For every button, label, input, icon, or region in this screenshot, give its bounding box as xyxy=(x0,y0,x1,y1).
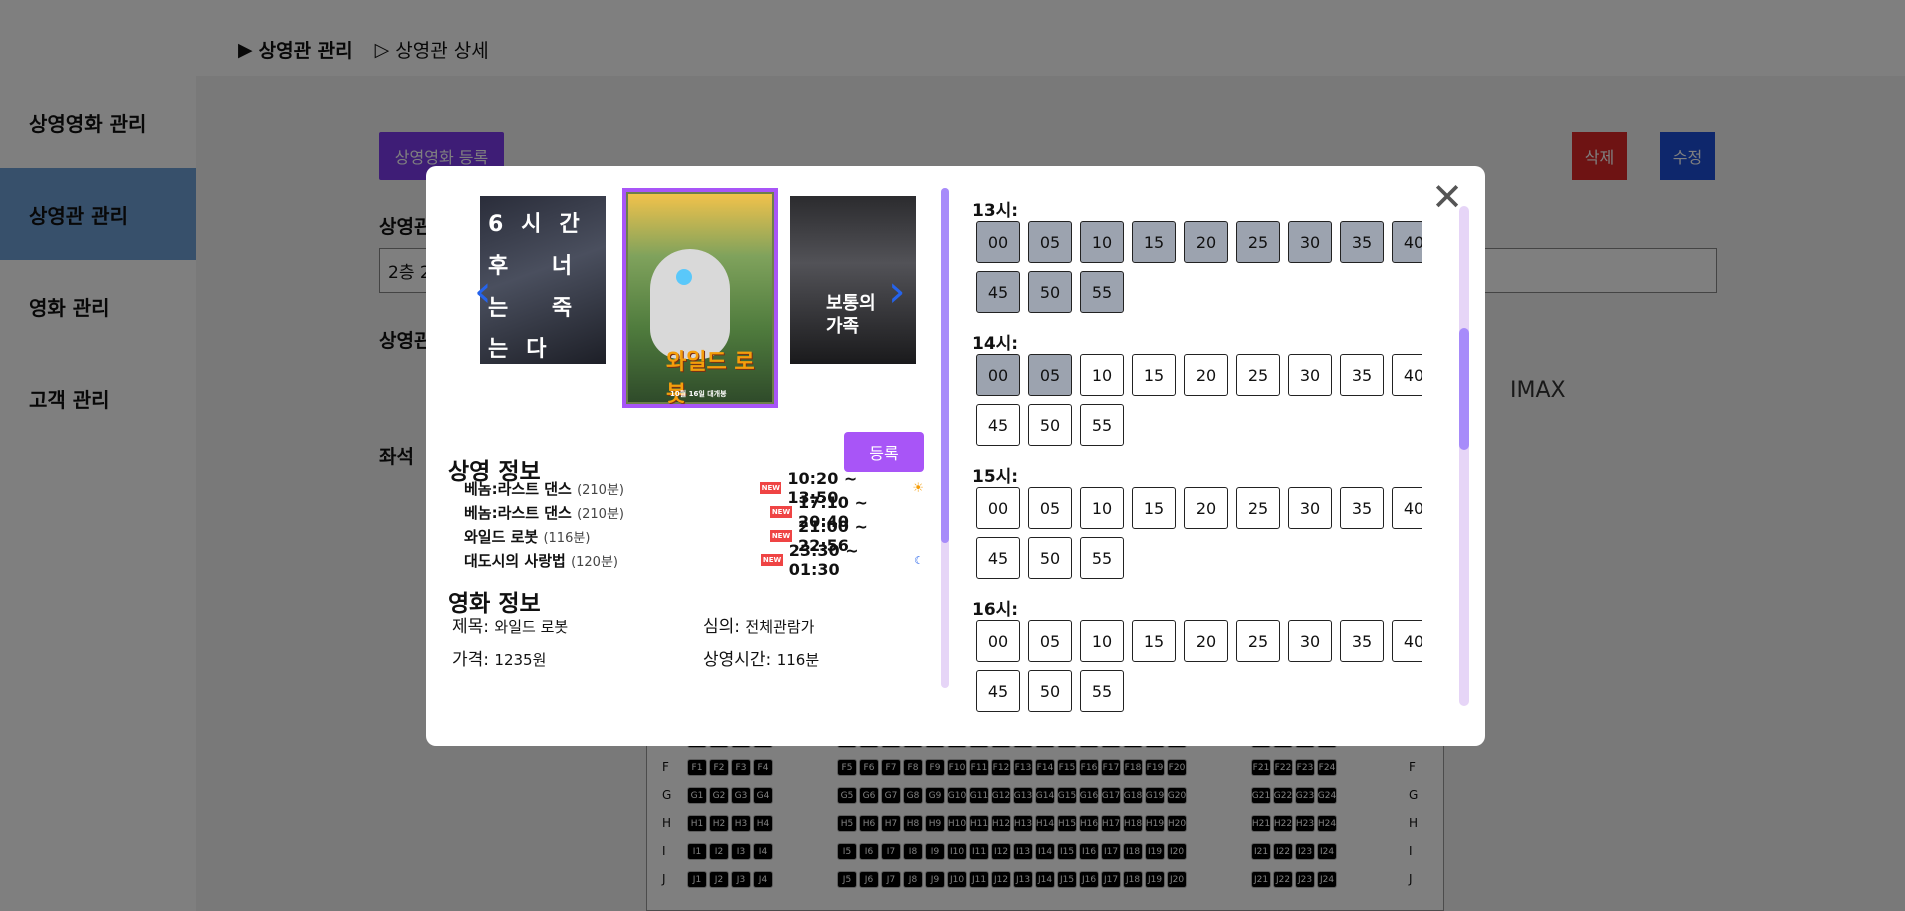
minute-button[interactable]: 50 xyxy=(1028,670,1072,712)
movie-title-field: 제목: 와일드 로봇 xyxy=(452,617,569,637)
time-picker: 13시: 00 05 10 15 20 25 30 35 40 45 50 55 14시: 00 05 10 15… xyxy=(972,196,1422,722)
minute-button[interactable]: 05 xyxy=(1028,354,1072,396)
minute-button[interactable]: 10 xyxy=(1080,221,1124,263)
carousel-next-icon[interactable]: › xyxy=(888,266,906,317)
hour-block: 13시: 00 05 10 15 20 25 30 35 40 45 50 55 xyxy=(972,196,1422,313)
poster-carousel: 6시간 후 너는 죽는다 와일드 로봇 10월 16일 대개봉 보통의 가족 ‹… xyxy=(440,188,935,408)
minute-button[interactable]: 55 xyxy=(1080,537,1124,579)
minute-button[interactable]: 40 xyxy=(1392,620,1422,662)
minute-button[interactable]: 40 xyxy=(1392,487,1422,529)
movie-info-pane: 6시간 후 너는 죽는다 와일드 로봇 10월 16일 대개봉 보통의 가족 ‹… xyxy=(440,188,935,708)
minute-button[interactable]: 55 xyxy=(1080,670,1124,712)
movie-rating-field: 심의: 전체관람가 xyxy=(703,617,815,637)
hour-block: 16시: 00 05 10 15 20 25 30 35 40 45 50 55 xyxy=(972,595,1422,712)
new-badge: NEW xyxy=(761,554,783,566)
schedule-movie-title: 베놈:라스트 댄스 (210분) xyxy=(464,479,624,498)
minute-button[interactable]: 20 xyxy=(1184,620,1228,662)
minute-button[interactable]: 45 xyxy=(976,271,1020,313)
minute-grid: 00 05 10 15 20 25 30 35 40 45 50 55 xyxy=(972,487,1422,579)
minute-button[interactable]: 10 xyxy=(1080,620,1124,662)
minute-button[interactable]: 00 xyxy=(976,620,1020,662)
minute-grid: 00 05 10 15 20 25 30 35 40 45 50 55 xyxy=(972,221,1422,313)
minute-button[interactable]: 10 xyxy=(1080,354,1124,396)
minute-button[interactable]: 15 xyxy=(1132,354,1176,396)
movie-price-field: 가격: 1235원 xyxy=(452,650,547,670)
minute-button[interactable]: 20 xyxy=(1184,354,1228,396)
minute-button[interactable]: 05 xyxy=(1028,620,1072,662)
minute-button[interactable]: 15 xyxy=(1132,221,1176,263)
time-picker-scrollbar-track[interactable] xyxy=(1459,206,1469,706)
minute-button[interactable]: 45 xyxy=(976,404,1020,446)
minute-button[interactable]: 25 xyxy=(1236,487,1280,529)
minute-button[interactable]: 25 xyxy=(1236,221,1280,263)
minute-button[interactable]: 00 xyxy=(976,487,1020,529)
minute-button[interactable]: 30 xyxy=(1288,620,1332,662)
minute-button[interactable]: 30 xyxy=(1288,487,1332,529)
movie-info: 제목: 와일드 로봇 심의: 전체관람가 가격: 1235원 상영시간: 116… xyxy=(452,612,922,670)
register-button[interactable]: 등록 xyxy=(844,432,924,472)
minute-button[interactable]: 30 xyxy=(1288,354,1332,396)
new-badge: NEW xyxy=(760,482,782,494)
minute-button[interactable]: 45 xyxy=(976,670,1020,712)
minute-button[interactable]: 00 xyxy=(976,354,1020,396)
minute-button[interactable]: 55 xyxy=(1080,404,1124,446)
schedule-time: 23:30 ~ 01:30 xyxy=(788,541,859,579)
time-picker-scrollbar-thumb[interactable] xyxy=(1459,328,1469,450)
minute-button[interactable]: 35 xyxy=(1340,620,1384,662)
minute-button[interactable]: 35 xyxy=(1340,487,1384,529)
minute-button[interactable]: 20 xyxy=(1184,487,1228,529)
minute-button[interactable]: 25 xyxy=(1236,354,1280,396)
minute-button[interactable]: 50 xyxy=(1028,271,1072,313)
hour-block: 15시: 00 05 10 15 20 25 30 35 40 45 50 55 xyxy=(972,462,1422,579)
minute-button[interactable]: 20 xyxy=(1184,221,1228,263)
minute-button[interactable]: 40 xyxy=(1392,221,1422,263)
movie-runtime-field: 상영시간: 116분 xyxy=(703,650,820,670)
robot-eye xyxy=(676,269,692,285)
minute-button[interactable]: 35 xyxy=(1340,354,1384,396)
minute-button[interactable]: 50 xyxy=(1028,537,1072,579)
schedule-movie-title: 베놈:라스트 댄스 (210분) xyxy=(464,503,624,522)
carousel-prev-icon[interactable]: ‹ xyxy=(474,266,492,317)
minute-button[interactable]: 15 xyxy=(1132,620,1176,662)
minute-button[interactable]: 25 xyxy=(1236,620,1280,662)
minute-grid: 00 05 10 15 20 25 30 35 40 45 50 55 xyxy=(972,354,1422,446)
minute-button[interactable]: 40 xyxy=(1392,354,1422,396)
minute-button[interactable]: 10 xyxy=(1080,487,1124,529)
minute-button[interactable]: 05 xyxy=(1028,221,1072,263)
minute-button[interactable]: 00 xyxy=(976,221,1020,263)
robot-illustration xyxy=(650,249,730,359)
schedule-movie-title: 와일드 로봇 (116분) xyxy=(464,527,591,546)
showing-register-modal: ✕ 6시간 후 너는 죽는다 와일드 로봇 10월 16일 대개봉 보통의 가족 xyxy=(426,166,1485,746)
hour-label: 14시: xyxy=(972,334,1019,354)
minute-grid: 00 05 10 15 20 25 30 35 40 45 50 55 xyxy=(972,620,1422,712)
schedule-row: 대도시의 사랑법 (120분) NEW 23:30 ~ 01:30 ☾ xyxy=(464,541,924,579)
hour-label: 15시: xyxy=(972,467,1019,487)
hour-label: 16시: xyxy=(972,600,1019,620)
poster-wild-robot[interactable]: 와일드 로봇 10월 16일 대개봉 xyxy=(622,188,778,408)
hour-label: 13시: xyxy=(972,201,1019,221)
schedule-movie-title: 대도시의 사랑법 (120분) xyxy=(464,551,618,570)
schedule-list: 베놈:라스트 댄스 (210분) NEW 10:20 ~ 13:50 ☀ 베놈:라스트 … xyxy=(464,469,924,579)
left-pane-scrollbar-thumb[interactable] xyxy=(941,188,949,543)
minute-button[interactable]: 15 xyxy=(1132,487,1176,529)
minute-button[interactable]: 35 xyxy=(1340,221,1384,263)
moon-icon: ☾ xyxy=(914,553,924,567)
minute-button[interactable]: 50 xyxy=(1028,404,1072,446)
minute-button[interactable]: 30 xyxy=(1288,221,1332,263)
poster-six-hours[interactable]: 6시간 후 너는 죽는다 xyxy=(480,196,606,364)
minute-button[interactable]: 45 xyxy=(976,537,1020,579)
hour-block: 14시: 00 05 10 15 20 25 30 35 40 45 50 55 xyxy=(972,329,1422,446)
minute-button[interactable]: 05 xyxy=(1028,487,1072,529)
minute-button[interactable]: 55 xyxy=(1080,271,1124,313)
new-badge: NEW xyxy=(770,506,792,518)
